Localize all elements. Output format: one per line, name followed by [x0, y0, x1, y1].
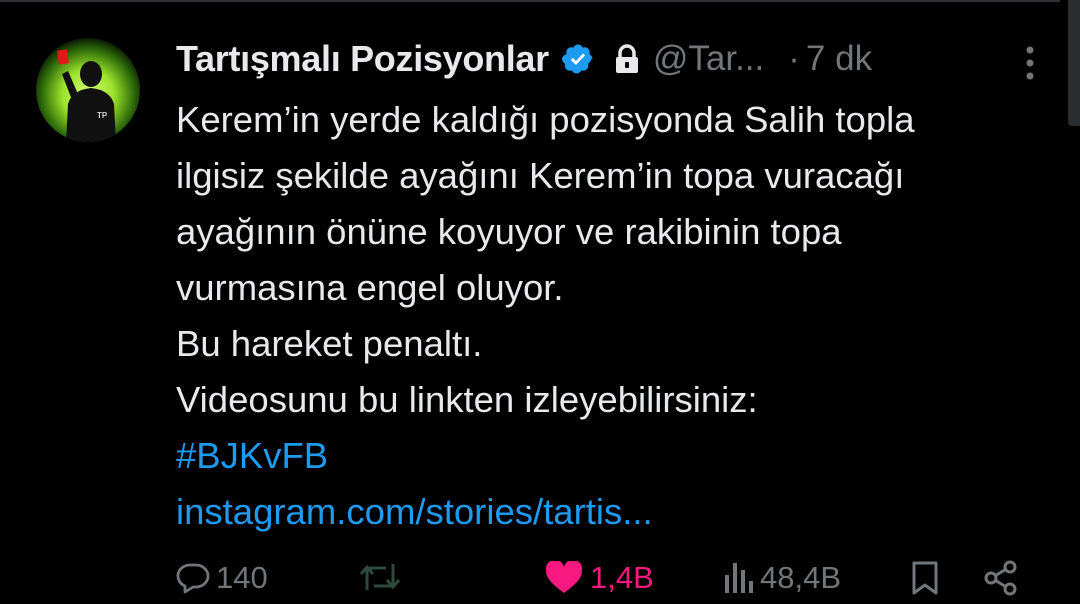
tweet-header: Tartışmalı Pozisyonlar @Tar... · 7 dk — [176, 34, 1040, 84]
avatar-text: TP — [97, 111, 108, 120]
tweet-text: Kerem’in yerde kaldığı pozisyonda Salih … — [176, 92, 1056, 540]
action-bar: 140 1,4B 48,4B — [176, 560, 1060, 604]
handle[interactable]: @Tar... — [653, 39, 764, 79]
tweet-line: vurmasına engel oluyor. — [176, 267, 564, 308]
referee-avatar-icon: TP — [36, 38, 140, 142]
tweet-line: ilgisiz şekilde ayağını Kerem’in topa vu… — [176, 155, 905, 196]
views-icon — [725, 563, 753, 593]
tweet-line: Bu hareket penaltı. — [176, 323, 483, 364]
views-button[interactable]: 48,4B — [724, 560, 841, 596]
reply-count: 140 — [216, 560, 268, 595]
bookmark-icon — [912, 561, 938, 595]
retweet-icon — [359, 564, 401, 590]
like-button[interactable]: 1,4B — [544, 560, 654, 596]
timestamp[interactable]: 7 dk — [806, 39, 872, 79]
verified-badge-icon[interactable] — [561, 42, 595, 76]
external-link[interactable]: instagram.com/stories/tartis... — [176, 484, 1056, 540]
tweet-line: ayağının önüne koyuyor ve rakibinin topa — [176, 211, 842, 252]
separator-dot: · — [788, 39, 800, 78]
avatar[interactable]: TP — [36, 38, 140, 142]
heart-icon — [545, 561, 583, 593]
tweet-line: Kerem’in yerde kaldığı pozisyonda Salih … — [176, 99, 915, 140]
more-options-icon[interactable] — [1020, 44, 1040, 82]
lock-icon — [613, 43, 641, 75]
like-count: 1,4B — [590, 560, 654, 595]
display-name[interactable]: Tartışmalı Pozisyonlar — [176, 38, 549, 80]
share-icon — [984, 560, 1017, 596]
bookmark-button[interactable] — [910, 560, 940, 596]
top-divider — [0, 0, 1060, 2]
hashtag-link[interactable]: #BJKvFB — [176, 428, 1056, 484]
reply-icon — [176, 563, 210, 594]
retweet-button[interactable] — [358, 560, 408, 594]
views-count: 48,4B — [760, 560, 842, 595]
tweet-line: Videosunu bu linkten izleyebilirsiniz: — [176, 379, 758, 420]
share-button[interactable] — [982, 560, 1020, 596]
reply-button[interactable]: 140 — [176, 560, 268, 596]
scrollbar[interactable] — [1068, 0, 1080, 126]
